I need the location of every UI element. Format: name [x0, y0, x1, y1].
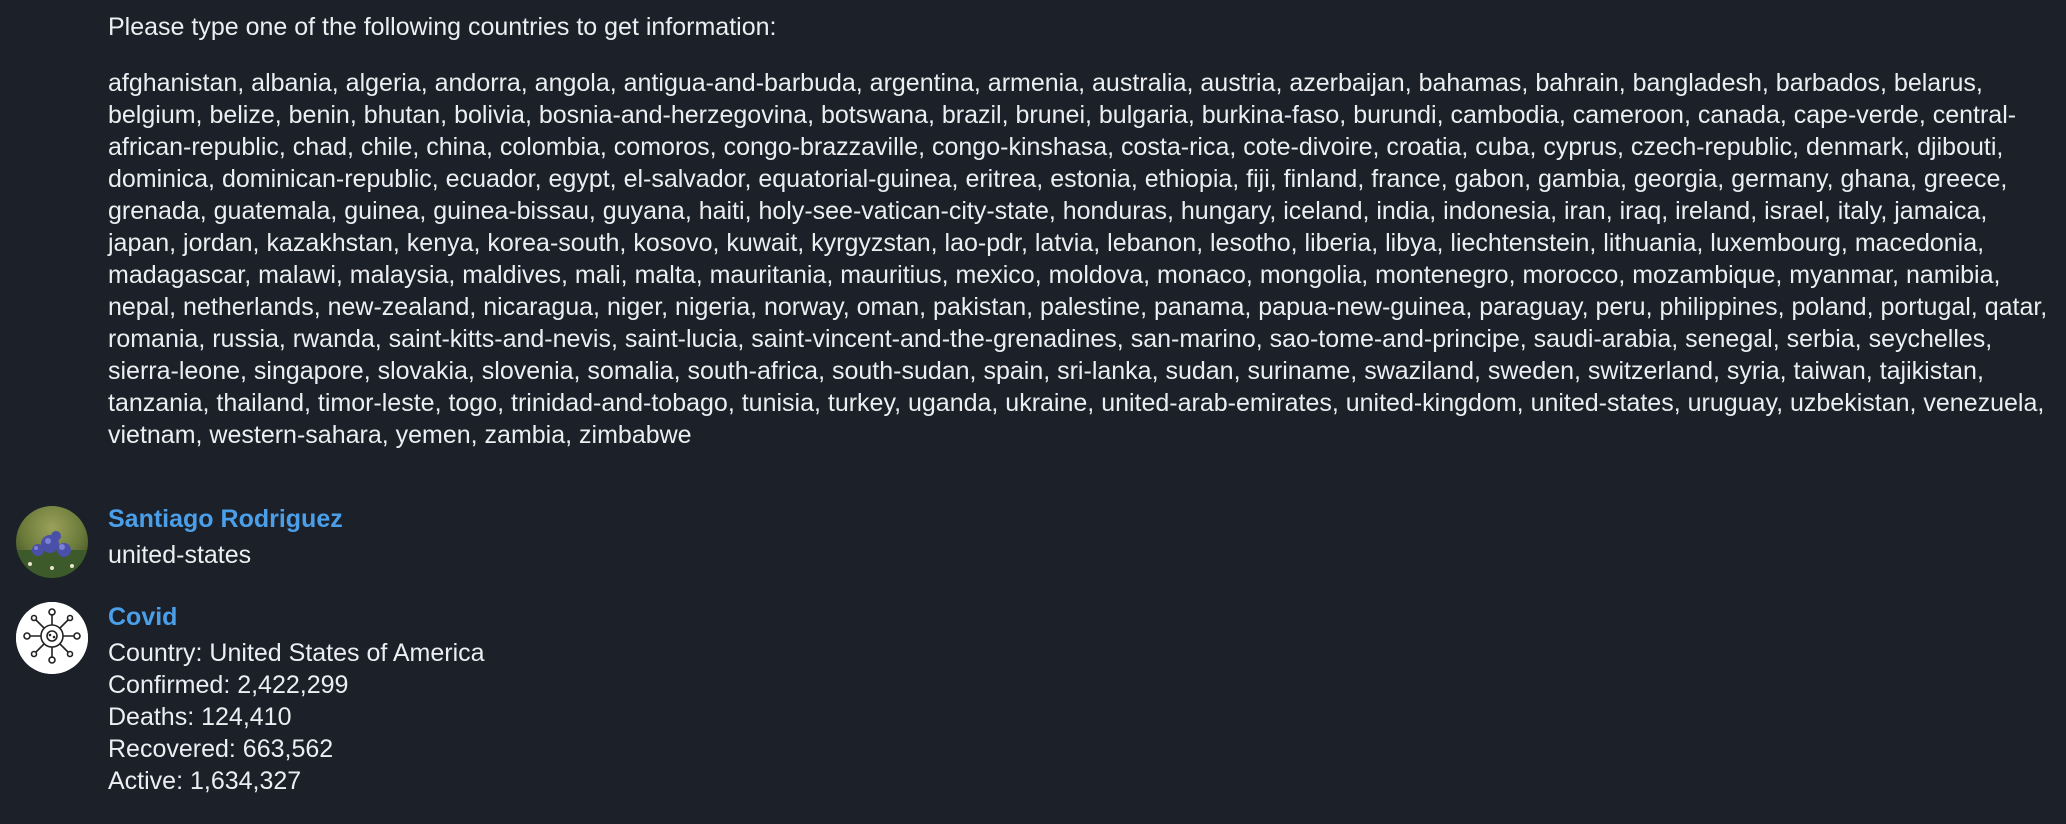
user-avatar[interactable]	[16, 506, 88, 578]
bot-line-country: Country: United States of America	[108, 639, 485, 667]
bot-line-active: Active: 1,634,327	[108, 767, 302, 795]
bot-author-name[interactable]: Covid	[108, 601, 177, 633]
user-author-name[interactable]: Santiago Rodriguez	[108, 503, 343, 535]
bot-avatar[interactable]	[16, 602, 88, 674]
chat-window: Please type one of the following countri…	[0, 0, 2066, 824]
bot-line-recovered: Recovered: 663,562	[108, 735, 334, 763]
bot-line-deaths: Deaths: 124,410	[108, 703, 292, 731]
bot-line-confirmed: Confirmed: 2,422,299	[108, 671, 349, 699]
flower-photo-avatar	[16, 506, 88, 578]
country-list-text: afghanistan, albania, algeria, andorra, …	[108, 69, 2048, 449]
virus-icon	[16, 602, 88, 674]
user-message-text: united-states	[108, 541, 252, 569]
prompt-intro-text: Please type one of the following countri…	[108, 13, 777, 41]
bot-message-body: Country: United States of America Confir…	[108, 637, 485, 797]
